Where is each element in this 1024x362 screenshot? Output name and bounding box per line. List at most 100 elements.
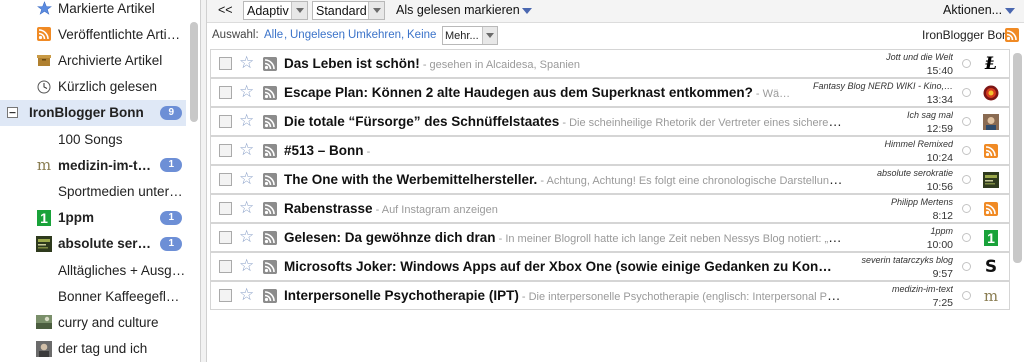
star-icon[interactable]: ☆ <box>239 169 254 189</box>
article-checkbox[interactable] <box>219 115 232 128</box>
article-title-line[interactable]: Rabenstrasse - Auf Instagram anzeigen <box>284 201 844 216</box>
article-row[interactable]: ☆ Microsofts Joker: Windows Apps auf der … <box>210 252 1010 281</box>
invert-selection-link[interactable]: Umkehren <box>348 29 401 41</box>
article-checkbox[interactable] <box>219 260 232 273</box>
view-mode-select[interactable]: Adaptiv <box>243 1 308 20</box>
article-row[interactable]: ☆ Die totale “Fürsorge” des Schnüffelstaa… <box>210 107 1010 136</box>
publish-rss-icon[interactable] <box>263 144 277 158</box>
article-row[interactable]: ☆ #513 – Bonn - Himmel Remixed 10:24 <box>210 136 1010 165</box>
article-title[interactable]: Interpersonelle Psychotherapie (IPT) <box>284 288 519 303</box>
back-button[interactable]: << <box>218 1 233 20</box>
article-title-line[interactable]: Gelesen: Da gewöhnze dich dran - In mein… <box>284 230 844 245</box>
article-checkbox[interactable] <box>219 86 232 99</box>
article-feed-name[interactable]: absolute serokratie <box>877 168 953 178</box>
sidebar-item[interactable]: IronBlogger Bonn 9 <box>0 99 186 126</box>
sidebar-item[interactable]: 100 Songs <box>0 126 186 152</box>
star-icon[interactable]: ☆ <box>239 140 254 160</box>
article-row[interactable]: ☆ Rabenstrasse - Auf Instagram anzeigen Ph… <box>210 194 1010 223</box>
publish-rss-icon[interactable] <box>263 260 277 274</box>
article-title[interactable]: Rabenstrasse <box>284 201 373 216</box>
article-title[interactable]: Gelesen: Da gewöhnze dich dran <box>284 230 496 245</box>
star-icon[interactable]: ☆ <box>239 53 254 73</box>
article-feed-name[interactable]: medizin-im-text <box>892 284 953 294</box>
article-row[interactable]: ☆ Das Leben ist schön! - gesehen in Alcai… <box>210 49 1010 78</box>
article-checkbox[interactable] <box>219 289 232 302</box>
article-title-line[interactable]: Microsofts Joker: Windows Apps auf der X… <box>284 259 844 274</box>
article-feed-name[interactable]: Fantasy Blog NERD WIKI - Kino,… <box>813 81 953 91</box>
article-feed-name[interactable]: Philipp Mertens <box>891 197 953 207</box>
pane-splitter[interactable] <box>200 0 207 362</box>
score-indicator[interactable] <box>962 204 971 213</box>
score-indicator[interactable] <box>962 233 971 242</box>
article-row[interactable]: ☆ The One with the Werbemittelhersteller.… <box>210 165 1010 194</box>
article-title-line[interactable]: Interpersonelle Psychotherapie (IPT) - D… <box>284 288 844 303</box>
publish-rss-icon[interactable] <box>263 57 277 71</box>
publish-rss-icon[interactable] <box>263 231 277 245</box>
score-indicator[interactable] <box>962 291 971 300</box>
article-title[interactable]: Das Leben ist schön! <box>284 56 420 71</box>
article-list-scroll-thumb[interactable] <box>1013 53 1022 263</box>
score-indicator[interactable] <box>962 175 971 184</box>
actions-menu[interactable]: Aktionen... <box>943 1 1002 20</box>
sidebar-item[interactable]: curry and culture <box>0 309 186 335</box>
article-list-scrollbar[interactable] <box>1013 49 1022 362</box>
article-feed-name[interactable]: Ich sag mal <box>907 110 953 120</box>
star-icon[interactable]: ☆ <box>239 285 254 305</box>
article-title-line[interactable]: #513 – Bonn - <box>284 143 844 158</box>
star-icon[interactable]: ☆ <box>239 82 254 102</box>
article-title-line[interactable]: Escape Plan: Können 2 alte Haudegen aus … <box>284 85 844 100</box>
star-icon[interactable]: ☆ <box>239 256 254 276</box>
article-title-line[interactable]: Die totale “Fürsorge” des Schnüffelstaat… <box>284 114 844 129</box>
publish-rss-icon[interactable] <box>263 289 277 303</box>
score-indicator[interactable] <box>962 262 971 271</box>
article-title[interactable]: Die totale “Fürsorge” des Schnüffelstaat… <box>284 114 559 129</box>
article-title[interactable]: Escape Plan: Können 2 alte Haudegen aus … <box>284 85 753 100</box>
article-row[interactable]: ☆ Escape Plan: Können 2 alte Haudegen aus… <box>210 78 1010 107</box>
article-feed-name[interactable]: Himmel Remixed <box>884 139 953 149</box>
sidebar-item[interactable]: der tag und ich <box>0 336 186 362</box>
article-title[interactable]: #513 – Bonn <box>284 143 364 158</box>
sidebar-item[interactable]: Sportmedien unter … <box>0 178 186 204</box>
sidebar-item[interactable]: Veröffentlichte Arti… <box>0 21 186 47</box>
score-indicator[interactable] <box>962 88 971 97</box>
article-feed-name[interactable]: Jott und die Welt <box>886 52 953 62</box>
star-icon[interactable]: ☆ <box>239 198 254 218</box>
select-all-link[interactable]: Alle <box>264 29 283 41</box>
article-feed-name[interactable]: 1ppm <box>930 226 953 236</box>
sidebar-item[interactable]: Markierte Artikel <box>0 0 186 21</box>
publish-rss-icon[interactable] <box>263 202 277 216</box>
collapse-icon[interactable] <box>4 105 20 121</box>
publish-rss-icon[interactable] <box>263 173 277 187</box>
article-title-line[interactable]: Das Leben ist schön! - gesehen in Alcaid… <box>284 56 844 71</box>
sidebar-scrollbar[interactable] <box>190 0 198 362</box>
more-select[interactable]: Mehr... <box>442 26 498 45</box>
article-checkbox[interactable] <box>219 202 232 215</box>
sidebar-item[interactable]: m medizin-im-t… 1 <box>0 152 186 178</box>
publish-rss-icon[interactable] <box>263 86 277 100</box>
sidebar-item[interactable]: 1 1ppm 1 <box>0 205 186 231</box>
sidebar-item[interactable]: Alltägliches + Ausg… <box>0 257 186 283</box>
sidebar-scroll-thumb[interactable] <box>190 22 198 122</box>
article-title-line[interactable]: The One with the Werbemittelhersteller. … <box>284 172 844 187</box>
sidebar-item[interactable]: absolute sero… 1 <box>0 231 186 257</box>
publish-rss-icon[interactable] <box>263 115 277 129</box>
star-icon[interactable]: ☆ <box>239 111 254 131</box>
score-indicator[interactable] <box>962 117 971 126</box>
article-row[interactable]: ☆ Gelesen: Da gewöhnze dich dran - In mei… <box>210 223 1010 252</box>
article-checkbox[interactable] <box>219 231 232 244</box>
sidebar-item[interactable]: Archivierte Artikel <box>0 47 186 73</box>
sidebar-item[interactable]: Kürzlich gelesen <box>0 74 186 100</box>
article-checkbox[interactable] <box>219 57 232 70</box>
article-checkbox[interactable] <box>219 144 232 157</box>
sidebar-item[interactable]: Bonner Kaffeegeflüs… <box>0 283 186 309</box>
score-indicator[interactable] <box>962 146 971 155</box>
article-title[interactable]: The One with the Werbemittelhersteller. <box>284 172 537 187</box>
sort-mode-select[interactable]: Standard <box>312 1 385 20</box>
article-feed-name[interactable]: severin tatarczyks blog <box>861 255 953 265</box>
select-none-link[interactable]: Keine <box>407 29 436 41</box>
select-unread-link[interactable]: Ungelesen <box>290 29 345 41</box>
article-row[interactable]: ☆ Interpersonelle Psychotherapie (IPT) - … <box>210 281 1010 310</box>
mark-read-button[interactable]: Als gelesen markieren <box>396 1 520 20</box>
article-checkbox[interactable] <box>219 173 232 186</box>
article-title[interactable]: Microsofts Joker: Windows Apps auf der X… <box>284 259 832 274</box>
